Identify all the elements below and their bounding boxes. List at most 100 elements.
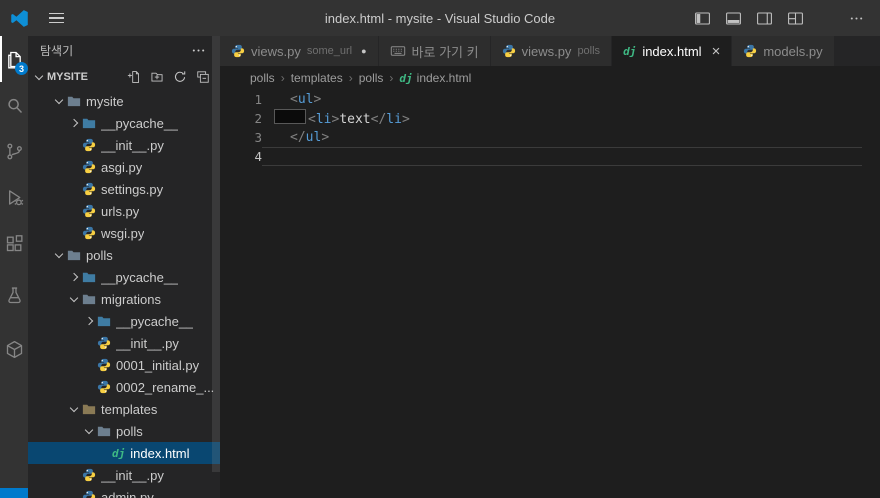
sidebar-scrollbar[interactable] <box>212 36 220 472</box>
activity-search[interactable] <box>0 82 28 128</box>
new-file-icon[interactable] <box>127 70 141 84</box>
python-icon <box>82 490 96 498</box>
token-tag: li <box>315 112 332 127</box>
line-content: <li>text</li> <box>262 109 862 128</box>
token-tag: ul <box>297 92 314 107</box>
toggle-panel-icon[interactable] <box>725 10 742 27</box>
code-line-2[interactable]: 2 <li>text</li> <box>220 109 880 128</box>
sidebar-title: 탐색기 <box>40 43 74 58</box>
explorer-actions <box>127 70 220 84</box>
tree-item-__init__.py[interactable]: __init__.py <box>28 134 220 156</box>
activity-explorer[interactable]: 3 <box>0 36 28 82</box>
toggle-secondary-sidebar-icon[interactable] <box>756 10 773 27</box>
tab-models.py[interactable]: models.py <box>732 36 835 66</box>
tree-item-index.html[interactable]: dj index.html <box>28 442 220 464</box>
tab-description: polls <box>577 45 601 57</box>
code-editor[interactable]: 1 <ul> 2 <li>text</li> 3 </ul> 4 <box>220 90 880 498</box>
close-icon[interactable]: × <box>712 44 721 59</box>
tree-item-templates[interactable]: templates <box>28 398 220 420</box>
tree-item-urls.py[interactable]: urls.py <box>28 200 220 222</box>
breadcrumb-label: polls <box>358 71 384 85</box>
breadcrumb-item-index.html[interactable]: dj index.html <box>399 71 471 85</box>
activity-run-debug[interactable] <box>0 174 28 220</box>
sidebar-header: 탐색기 <box>28 36 220 64</box>
tab-label: views.py <box>251 43 301 59</box>
tree-item-mysite[interactable]: mysite <box>28 90 220 112</box>
python-icon <box>82 160 96 174</box>
tab-바로 가기 키[interactable]: 바로 가기 키 <box>378 36 491 66</box>
tree-item-asgi.py[interactable]: asgi.py <box>28 156 220 178</box>
code-line-4[interactable]: 4 <box>220 147 880 166</box>
tree-item-__init__.py[interactable]: __init__.py <box>28 464 220 486</box>
folder-python-icon <box>82 270 96 284</box>
tree-item-label: polls <box>116 423 143 439</box>
breadcrumb-item-polls[interactable]: polls <box>359 71 384 85</box>
tree-item-__pycache__[interactable]: __pycache__ <box>28 112 220 134</box>
tree-item-wsgi.py[interactable]: wsgi.py <box>28 222 220 244</box>
python-icon <box>97 358 111 372</box>
tab-index.html[interactable]: dj index.html × <box>612 36 733 66</box>
tree-item-__pycache__[interactable]: __pycache__ <box>28 310 220 332</box>
tree-item-label: index.html <box>130 445 190 461</box>
refresh-icon[interactable] <box>173 70 187 84</box>
folder-icon <box>67 248 81 262</box>
more-actions-icon[interactable] <box>849 11 864 26</box>
breadcrumb-item-templates[interactable]: templates <box>291 71 343 85</box>
activity-extensions[interactable] <box>0 220 28 266</box>
tree-item-polls[interactable]: polls <box>28 244 220 266</box>
tree-item-admin.py[interactable]: admin.py <box>28 486 220 498</box>
python-icon <box>82 204 96 218</box>
beaker-icon <box>4 285 25 306</box>
tree-item-migrations[interactable]: migrations <box>28 288 220 310</box>
chevron-right-icon <box>67 270 82 285</box>
activity-references[interactable] <box>0 326 28 372</box>
activity-bar: 3 <box>0 36 28 498</box>
line-number: 3 <box>254 130 262 145</box>
tab-bar: views.py some_url ● 바로 가기 키 views.py polls dj i… <box>220 36 880 66</box>
activity-testing[interactable] <box>0 272 28 318</box>
line-content: <ul> <box>262 90 862 109</box>
collapse-all-icon[interactable] <box>196 70 210 84</box>
chevron-down-icon <box>82 424 97 439</box>
tree-item-settings.py[interactable]: settings.py <box>28 178 220 200</box>
tree-item-label: __init__.py <box>101 467 164 483</box>
sidebar-explorer: 탐색기 MYSITE mysite __pycache__ __init__.p… <box>28 36 220 498</box>
folder-template-icon <box>82 402 96 416</box>
token-punct: < <box>308 112 316 127</box>
breadcrumb-item-polls[interactable]: polls <box>250 71 275 85</box>
customize-layout-icon[interactable] <box>787 10 804 27</box>
tree-item-label: polls <box>86 247 113 263</box>
folder-icon <box>82 292 96 306</box>
tree-item-label: migrations <box>101 291 161 307</box>
menu-icon[interactable] <box>49 12 64 24</box>
explorer-more-actions-icon[interactable] <box>191 43 206 58</box>
tree-item-0001_initial.py[interactable]: 0001_initial.py <box>28 354 220 376</box>
folder-icon <box>67 94 81 108</box>
code-line-3[interactable]: 3 </ul> <box>220 128 880 147</box>
token-punct: > <box>321 130 330 145</box>
new-folder-icon[interactable] <box>150 70 164 84</box>
keyboard-icon <box>390 43 406 59</box>
toggle-primary-sidebar-icon[interactable] <box>694 10 711 27</box>
tree-item-__pycache__[interactable]: __pycache__ <box>28 266 220 288</box>
tree-item-0002_rename_...[interactable]: 0002_rename_... <box>28 376 220 398</box>
tab-views.py[interactable]: views.py some_url ● <box>220 36 379 66</box>
django-icon: dj <box>399 71 413 85</box>
breadcrumb: polls › templates › polls › dj index.html <box>220 66 880 90</box>
tree-item-__init__.py[interactable]: __init__.py <box>28 332 220 354</box>
title-bar: index.html - mysite - Visual Studio Code <box>0 0 880 36</box>
activity-source-control[interactable] <box>0 128 28 174</box>
workspace-section-header[interactable]: MYSITE <box>28 64 220 90</box>
token-punct: </ <box>370 112 387 127</box>
code-line-1[interactable]: 1 <ul> <box>220 90 880 109</box>
tab-views.py[interactable]: views.py polls <box>490 36 613 66</box>
tree-item-polls[interactable]: polls <box>28 420 220 442</box>
